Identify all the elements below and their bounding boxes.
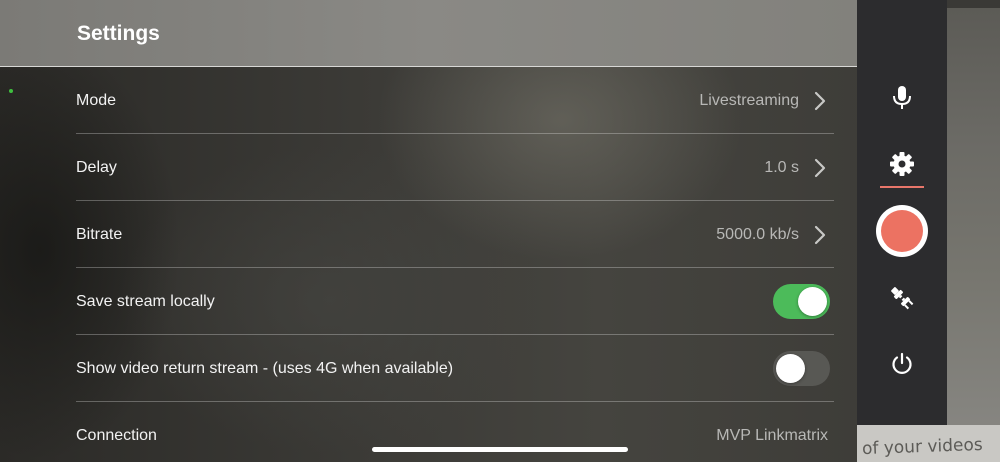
connection-button[interactable]	[857, 284, 947, 312]
settings-list: Mode Livestreaming Delay 1.0 s Bitrate 5…	[76, 67, 834, 462]
save-locally-toggle[interactable]	[773, 284, 830, 319]
setting-row-mode[interactable]: Mode Livestreaming	[76, 67, 834, 134]
return-stream-toggle[interactable]	[773, 351, 830, 386]
setting-label: Connection	[76, 427, 157, 444]
setting-row-save-locally: Save stream locally	[76, 268, 834, 335]
settings-button[interactable]	[857, 151, 947, 177]
setting-value: 5000.0 kb/s	[716, 226, 799, 243]
toggle-knob	[798, 287, 827, 316]
setting-row-connection[interactable]: Connection MVP Linkmatrix	[76, 402, 834, 462]
page-title: Settings	[77, 22, 160, 45]
background-text: of your videos	[861, 434, 984, 460]
microphone-button[interactable]	[857, 85, 947, 111]
home-indicator[interactable]	[372, 447, 628, 452]
record-icon	[881, 210, 923, 252]
setting-label: Show video return stream - (uses 4G when…	[76, 360, 454, 377]
chevron-right-icon	[814, 158, 826, 178]
setting-label: Bitrate	[76, 226, 123, 243]
control-sidebar	[857, 0, 947, 462]
setting-row-delay[interactable]: Delay 1.0 s	[76, 134, 834, 201]
power-icon	[892, 352, 912, 374]
active-tab-indicator	[880, 186, 924, 188]
setting-value: 1.0 s	[764, 159, 799, 176]
setting-value: Livestreaming	[699, 92, 799, 109]
status-dot	[9, 89, 13, 93]
toggle-knob	[776, 354, 805, 383]
chevron-right-icon	[814, 91, 826, 111]
gear-icon	[890, 152, 914, 176]
setting-label: Save stream locally	[76, 293, 215, 310]
camera-preview-edge	[947, 0, 1000, 462]
plug-icon	[891, 287, 914, 310]
setting-row-bitrate[interactable]: Bitrate 5000.0 kb/s	[76, 201, 834, 268]
setting-label: Mode	[76, 92, 117, 109]
settings-header: Settings	[0, 0, 857, 67]
setting-label: Delay	[76, 159, 117, 176]
power-button[interactable]	[857, 352, 947, 376]
background-paper: of your videos	[857, 425, 1000, 462]
record-button[interactable]	[876, 205, 928, 257]
setting-row-return-stream: Show video return stream - (uses 4G when…	[76, 335, 834, 402]
setting-value: MVP Linkmatrix	[716, 427, 828, 444]
chevron-right-icon	[814, 225, 826, 245]
microphone-icon	[893, 86, 911, 109]
